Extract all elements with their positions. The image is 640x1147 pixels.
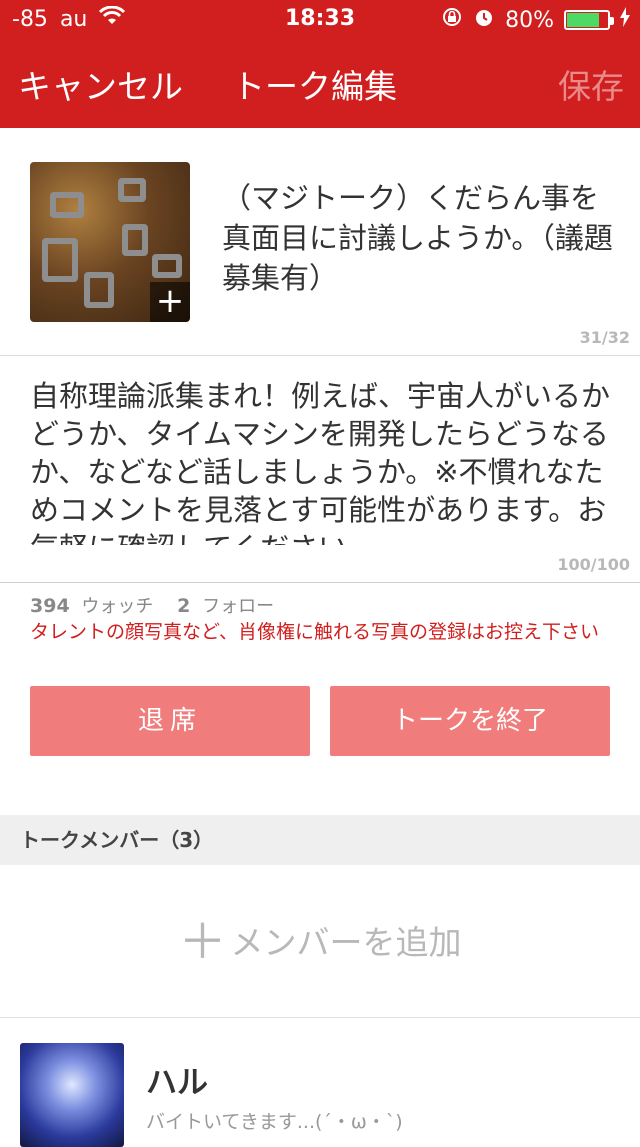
talk-description-input[interactable]: 自称理論派集まれ！例えば、宇宙人がいるかどうか、タイムマシンを開発したらどうなる…	[30, 377, 615, 545]
avatar	[20, 1043, 124, 1147]
talk-title-section: + （マジトーク）くだらん事を真面目に討議しようか。（議題募集有） 31/32	[0, 128, 640, 356]
member-list-item[interactable]: ハル バイトいてきます...(´・ω・`)	[0, 1019, 640, 1147]
add-member-button[interactable]: ＋メンバーを追加	[0, 866, 640, 1018]
photo-object	[84, 272, 114, 308]
status-bar: -85 au 18:33 80%	[0, 0, 640, 40]
photo-object	[42, 238, 78, 282]
status-right: 80%	[441, 6, 630, 34]
talk-stats: 394 ウォッチ 2 フォロー	[30, 592, 274, 618]
description-char-counter: 100/100	[557, 555, 630, 574]
follow-label: フォロー	[202, 596, 275, 617]
photo-object	[118, 178, 146, 202]
watch-label: ウォッチ	[81, 596, 154, 617]
charging-icon	[620, 7, 630, 33]
talk-title-input[interactable]: （マジトーク）くだらん事を真面目に討議しようか。（議題募集有）	[222, 178, 622, 298]
add-member-label: メンバーを追加	[230, 923, 462, 962]
save-button[interactable]: 保存	[558, 60, 624, 108]
photo-object	[152, 254, 182, 278]
photo-object	[50, 192, 84, 218]
member-status: バイトいてきます...(´・ω・`)	[146, 1111, 403, 1133]
talk-photo[interactable]: +	[30, 162, 190, 322]
cancel-button[interactable]: キャンセル	[18, 60, 183, 108]
member-name: ハル	[146, 1065, 208, 1101]
battery-level	[567, 13, 599, 27]
battery-icon	[564, 10, 614, 30]
rotation-lock-icon	[441, 6, 463, 34]
plus-icon: ＋	[178, 914, 227, 970]
alarm-icon	[473, 6, 495, 34]
portrait-rights-warning: タレントの顔写真など、肖像権に触れる写真の登録はお控え下さい	[30, 621, 600, 643]
nav-bar: キャンセル トーク編集 保存	[0, 56, 640, 112]
leave-button[interactable]: 退席	[30, 686, 310, 756]
end-talk-button[interactable]: トークを終了	[330, 686, 610, 756]
watch-count: 394	[30, 595, 70, 617]
add-photo-icon[interactable]: +	[150, 282, 190, 322]
title-char-counter: 31/32	[579, 328, 630, 347]
battery-percent: 80%	[505, 7, 554, 33]
talk-description-section: 自称理論派集まれ！例えば、宇宙人がいるかどうか、タイムマシンを開発したらどうなる…	[0, 357, 640, 583]
photo-object	[122, 224, 148, 256]
members-section-header: トークメンバー（3）	[0, 815, 640, 865]
app-header: -85 au 18:33 80% キャンセル トーク編集 保存	[0, 0, 640, 128]
page-title: トーク編集	[232, 67, 397, 106]
follow-count: 2	[177, 595, 191, 617]
battery-tip	[610, 17, 614, 25]
